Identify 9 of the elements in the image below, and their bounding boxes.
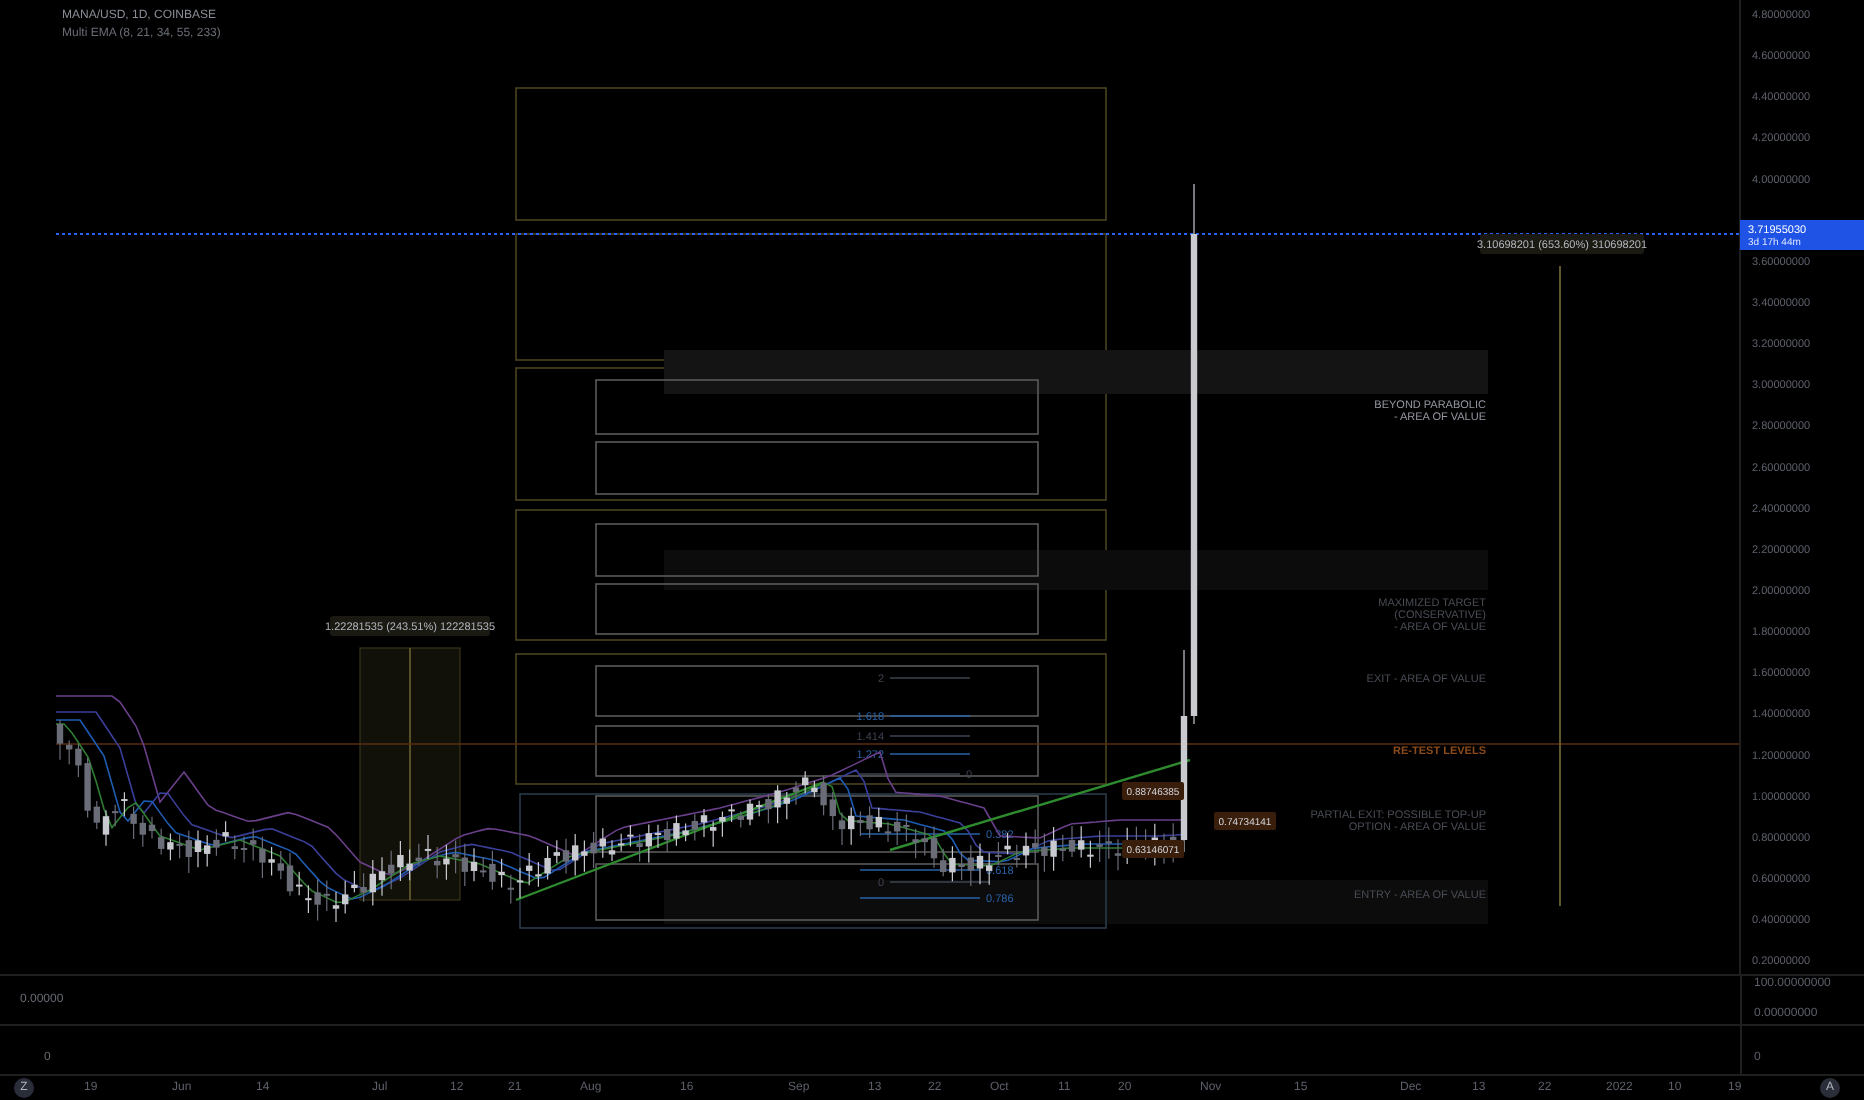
fib-line bbox=[889, 735, 971, 737]
fib-line bbox=[859, 897, 981, 899]
fib-line bbox=[859, 869, 981, 871]
fib-line bbox=[859, 773, 961, 775]
fib-line bbox=[889, 677, 971, 679]
fib-line bbox=[889, 881, 991, 883]
fib-line bbox=[859, 833, 981, 835]
fib-line bbox=[889, 715, 971, 717]
fib-line bbox=[889, 753, 971, 755]
